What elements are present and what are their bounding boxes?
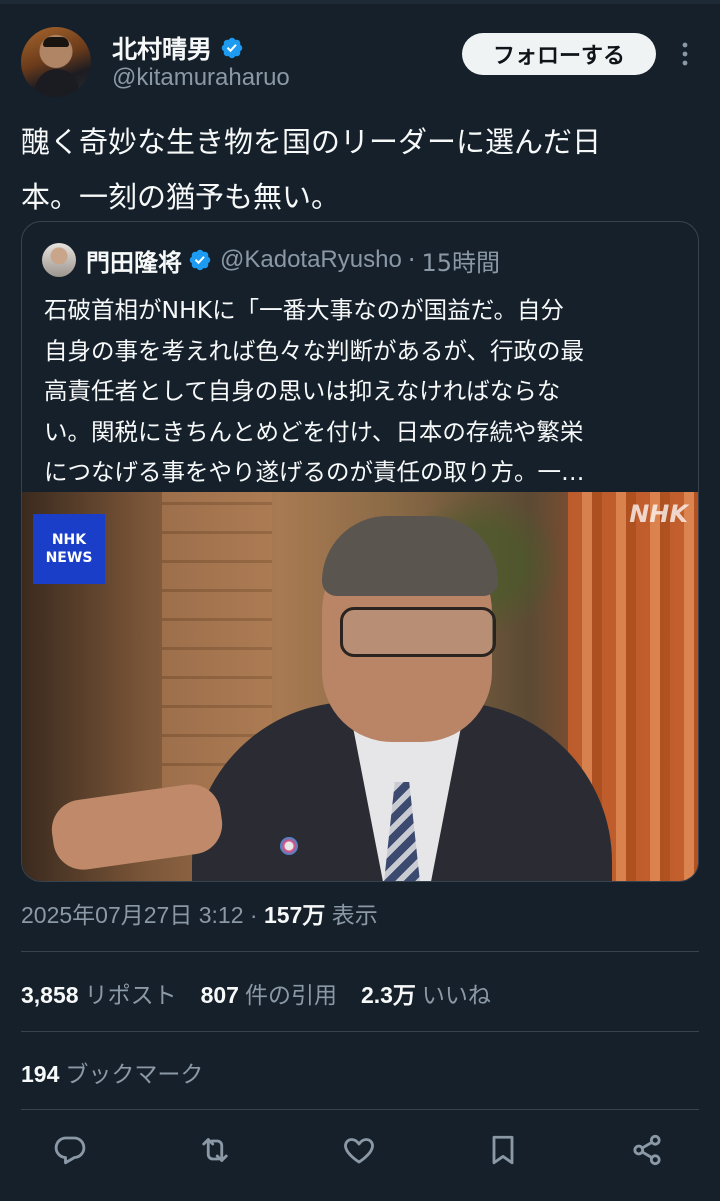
repost-icon — [202, 1138, 228, 1162]
bookmarks-label: ブックマーク — [65, 1061, 204, 1087]
quotes-stat[interactable]: 807 件の引用 — [201, 976, 337, 1010]
quoted-header-separator: · — [407, 246, 416, 274]
quoted-author-name: 門田隆将 — [86, 248, 182, 277]
quoted-tweet[interactable]: 門田隆将 @KadotaRyusho · 15時間 石破首相がNHKに「一番大事… — [21, 221, 699, 882]
like-button[interactable] — [341, 1132, 381, 1172]
reposts-label: リポスト — [84, 982, 177, 1008]
quoted-text-line: につなげる事をやり遂げるのが責任の取り方。一… — [44, 458, 585, 486]
avatar-suit — [35, 69, 79, 97]
quoted-text-line: 石破首相がNHKに「一番大事なのが国益だ。自分 — [44, 296, 564, 324]
nhk-logo-top: NHK — [51, 532, 87, 548]
views-count: 157万 — [263, 902, 326, 928]
reposts-stat[interactable]: 3,858 リポスト — [21, 976, 177, 1010]
divider — [21, 1031, 699, 1032]
likes-count: 2.3万 — [360, 982, 416, 1008]
divider — [21, 951, 699, 952]
quoted-text-line: 自身の事を考えれば色々な判断があるが、行政の最 — [44, 336, 585, 365]
share-button[interactable] — [629, 1132, 669, 1172]
more-options-icon[interactable] — [675, 40, 695, 68]
author-handle[interactable]: @kitamuraharuo — [112, 64, 290, 92]
engagement-stats: 3,858 リポスト 807 件の引用 2.3万 いいね — [21, 976, 515, 1010]
quotes-count: 807 — [200, 982, 239, 1008]
photo-person-hair — [322, 516, 498, 596]
quotes-label: 件の引用 — [244, 982, 337, 1008]
tweet-datetime[interactable]: 2025年07月27日 3:12 — [21, 902, 244, 928]
tweet-meta: 2025年07月27日 3:12 · 157万 表示 — [21, 896, 378, 930]
photo-lapel-pin — [280, 837, 298, 855]
tweet-text-line: 醜く奇妙な生き物を国のリーダーに選んだ日 — [21, 125, 602, 159]
share-icon — [633, 1134, 661, 1166]
reply-button[interactable] — [52, 1132, 92, 1172]
nhk-corner-mark: NHK — [629, 500, 688, 528]
likes-stat[interactable]: 2.3万 いいね — [361, 976, 491, 1010]
bookmarks-stat[interactable]: 194 ブックマーク — [21, 1055, 203, 1089]
follow-button[interactable]: フォローする — [462, 33, 656, 75]
meta-separator: · — [249, 902, 258, 928]
nhk-logo-bottom: NEWS — [45, 550, 93, 566]
repost-button[interactable] — [197, 1132, 237, 1172]
divider — [21, 1109, 699, 1110]
quoted-tweet-header: 門田隆将 @KadotaRyusho · 15時間 — [42, 242, 500, 278]
quoted-author-avatar — [42, 243, 76, 277]
views-label: 表示 — [331, 902, 378, 928]
bookmarks-count: 194 — [21, 1061, 60, 1087]
author-avatar[interactable] — [21, 27, 91, 97]
tweet-text: 醜く奇妙な生き物を国のリーダーに選んだ日 本。一刻の猶予も無い。 — [21, 115, 701, 225]
reply-icon — [54, 1136, 86, 1165]
author-name[interactable]: 北村晴男 — [112, 30, 212, 66]
bookmark-button[interactable] — [485, 1132, 525, 1172]
top-divider — [0, 0, 720, 4]
author-name-row[interactable]: 北村晴男 — [112, 30, 244, 66]
tweet-text-line: 本。一刻の猶予も無い。 — [21, 180, 341, 214]
bookmark-icon — [492, 1135, 514, 1165]
quoted-tweet-time: 15時間 — [421, 248, 500, 277]
likes-label: いいね — [421, 982, 491, 1008]
avatar-hair — [43, 37, 69, 47]
quoted-text-line: い。関税にきちんとめどを付け、日本の存続や繁栄 — [44, 417, 584, 446]
quoted-text-line: 高責任者として自身の思いは抑えなければならな — [44, 377, 561, 405]
verified-badge-icon — [221, 37, 243, 59]
reposts-count: 3,858 — [21, 982, 79, 1008]
nhk-news-logo: NHK NEWS — [33, 514, 105, 584]
quoted-tweet-photo[interactable]: NHK NEWS NHK — [22, 492, 698, 881]
quoted-tweet-text: 石破首相がNHKに「一番大事なのが国益だ。自分 自身の事を考えれば色々な判断があ… — [44, 290, 684, 493]
action-bar — [0, 1130, 720, 1176]
quoted-author-handle: @KadotaRyusho — [220, 246, 402, 273]
like-icon — [344, 1138, 374, 1164]
photo-person-glasses — [340, 607, 496, 657]
verified-badge-icon — [189, 249, 211, 271]
